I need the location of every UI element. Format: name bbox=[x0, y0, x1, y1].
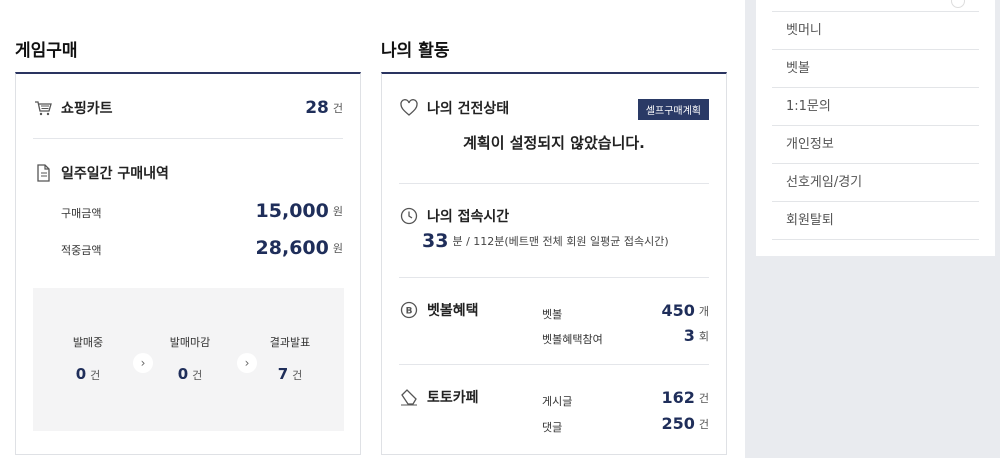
game-status-box: 발매중 0건 › 발매마감 0건 › 결과발표 7건 bbox=[33, 288, 344, 431]
comments-unit: 건 bbox=[698, 417, 709, 431]
status-closed-value: 0 bbox=[177, 365, 189, 383]
status-selling-value: 0 bbox=[75, 365, 87, 383]
betball-participation-label: 벳볼혜택참여 bbox=[542, 333, 603, 346]
access-time-detail: 분 / 112분(베트맨 전체 회원 일평균 접속시간) bbox=[452, 235, 669, 248]
weekly-purchase-title-row: 일주일간 구매내역 bbox=[33, 163, 169, 183]
side-menu-item-preferred-games[interactable]: 선호게임/경기 bbox=[772, 164, 979, 202]
health-title: 나의 건전상태 bbox=[427, 101, 510, 117]
chevron-right-icon: › bbox=[133, 353, 153, 373]
cart-icon bbox=[33, 98, 53, 118]
purchase-amount-unit: 원 bbox=[332, 205, 343, 218]
hit-amount-unit: 원 bbox=[332, 242, 343, 255]
side-menu-item-personal-info[interactable]: 개인정보 bbox=[772, 126, 979, 164]
comments-count: 250 건 bbox=[661, 414, 709, 433]
betball-participation: 3 회 bbox=[684, 326, 709, 345]
side-menu-item-inquiry[interactable]: 1:1문의 bbox=[772, 88, 979, 126]
betball-count: 450 개 bbox=[661, 301, 709, 320]
betball-title: 벳볼혜택 bbox=[427, 303, 479, 319]
side-menu-item-betball[interactable]: 벳볼 bbox=[772, 50, 979, 88]
clock-icon bbox=[399, 206, 419, 226]
status-result-value: 7 bbox=[277, 365, 289, 383]
shopping-cart-label: 쇼핑카트 bbox=[61, 101, 113, 117]
section-title-my-activity: 나의 활동 bbox=[381, 41, 450, 61]
game-purchase-panel: 쇼핑카트 28 건 일주일간 구매내역 구매금액 15,000 원 적중금액 2… bbox=[15, 72, 361, 455]
chevron-right-icon: › bbox=[237, 353, 257, 373]
toto-cafe-title-row: 토토카페 bbox=[399, 387, 479, 407]
shopping-cart-unit: 건 bbox=[332, 102, 343, 115]
heart-icon bbox=[399, 98, 419, 118]
betball-participation-unit: 회 bbox=[698, 329, 709, 343]
access-time-value: 33 bbox=[422, 230, 449, 252]
status-closed-unit: 건 bbox=[192, 369, 203, 382]
status-selling[interactable]: 발매중 0건 bbox=[53, 334, 123, 383]
purchase-amount: 15,000 원 bbox=[256, 200, 343, 222]
health-message: 계획이 설정되지 않았습니다. bbox=[463, 134, 645, 152]
betball-label: 벳볼 bbox=[542, 308, 563, 321]
posts-label: 게시글 bbox=[542, 395, 573, 408]
divider bbox=[399, 277, 709, 278]
self-purchase-plan-button[interactable]: 셀프구매계획 bbox=[637, 99, 709, 120]
collapse-circle-icon[interactable] bbox=[951, 0, 965, 8]
posts-count: 162 건 bbox=[661, 388, 709, 407]
pencil-icon bbox=[399, 387, 419, 407]
svg-text:B: B bbox=[406, 307, 413, 317]
health-title-row: 나의 건전상태 bbox=[399, 98, 509, 118]
status-selling-unit: 건 bbox=[90, 369, 101, 382]
access-title-row: 나의 접속시간 bbox=[399, 206, 509, 226]
access-title: 나의 접속시간 bbox=[427, 209, 510, 225]
status-result-unit: 건 bbox=[292, 369, 303, 382]
divider bbox=[399, 183, 709, 184]
posts-value: 162 bbox=[661, 388, 695, 407]
betball-b-icon: B bbox=[399, 300, 419, 320]
shopping-cart-value: 28 bbox=[305, 98, 329, 118]
status-closed[interactable]: 발매마감 0건 bbox=[155, 334, 225, 383]
my-activity-panel: 나의 건전상태 셀프구매계획 계획이 설정되지 않았습니다. 나의 접속시간 3… bbox=[381, 72, 727, 455]
status-result[interactable]: 결과발표 7건 bbox=[255, 334, 325, 383]
status-result-label: 결과발표 bbox=[269, 336, 311, 349]
toto-cafe-title: 토토카페 bbox=[427, 390, 479, 406]
hit-amount-value: 28,600 bbox=[255, 237, 329, 259]
hit-amount-label: 적중금액 bbox=[61, 244, 102, 257]
posts-unit: 건 bbox=[698, 391, 709, 405]
hit-amount: 28,600 원 bbox=[256, 237, 343, 259]
shopping-cart-count: 28 건 bbox=[305, 98, 343, 118]
shopping-cart-row[interactable]: 쇼핑카트 bbox=[33, 98, 113, 118]
access-time: 33 분 / 112분(베트맨 전체 회원 일평균 접속시간) bbox=[422, 230, 669, 252]
weekly-purchase-title: 일주일간 구매내역 bbox=[61, 166, 169, 182]
betball-participation-value: 3 bbox=[683, 326, 695, 345]
divider bbox=[33, 138, 343, 139]
betball-value: 450 bbox=[661, 301, 695, 320]
purchase-amount-value: 15,000 bbox=[255, 200, 329, 222]
betball-title-row: B 벳볼혜택 bbox=[399, 300, 479, 320]
section-title-game-purchase: 게임구매 bbox=[15, 41, 78, 61]
side-menu-item-withdraw[interactable]: 회원탈퇴 bbox=[772, 202, 979, 240]
document-icon bbox=[33, 163, 53, 183]
comments-label: 댓글 bbox=[542, 421, 563, 434]
status-selling-label: 발매중 bbox=[72, 336, 104, 349]
side-menu-list: 벳머니 벳볼 1:1문의 개인정보 선호게임/경기 회원탈퇴 bbox=[772, 12, 979, 240]
divider bbox=[399, 364, 709, 365]
side-menu-item-betmoney[interactable]: 벳머니 bbox=[772, 12, 979, 50]
betball-unit: 개 bbox=[698, 304, 709, 318]
comments-value: 250 bbox=[661, 414, 695, 433]
status-closed-label: 발매마감 bbox=[169, 336, 211, 349]
purchase-amount-label: 구매금액 bbox=[61, 207, 102, 220]
side-menu: 벳머니 벳볼 1:1문의 개인정보 선호게임/경기 회원탈퇴 bbox=[756, 0, 995, 256]
